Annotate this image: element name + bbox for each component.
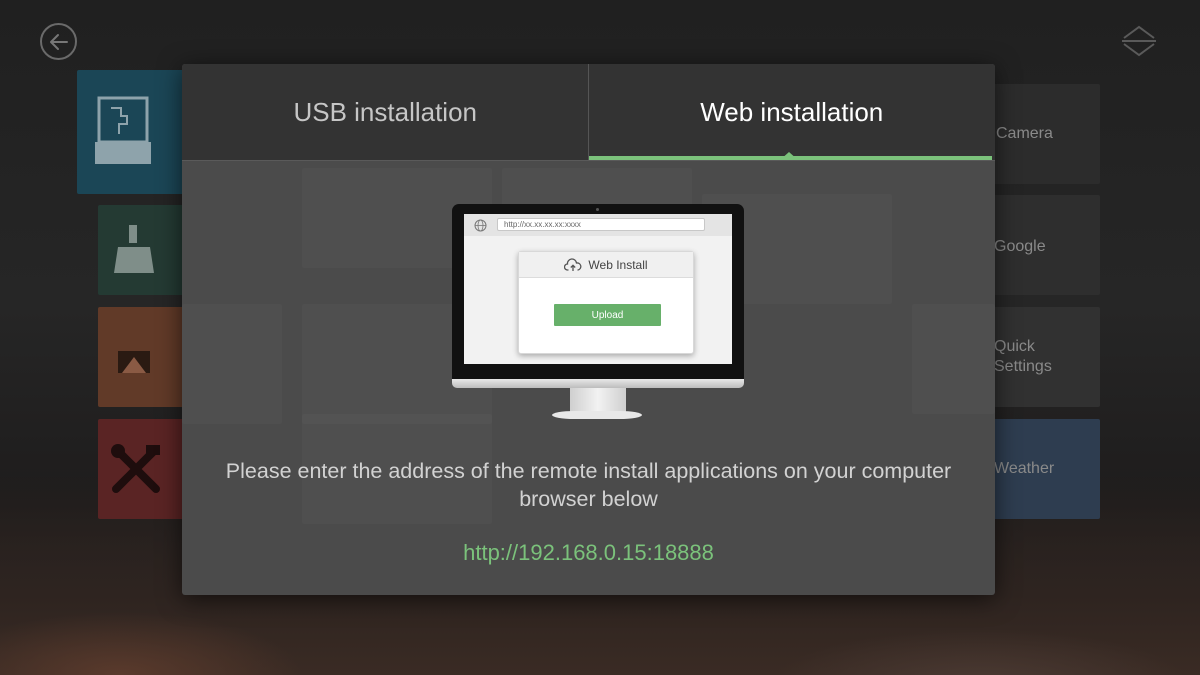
install-url[interactable]: http://192.168.0.15:18888	[182, 540, 995, 566]
ghost-panel	[912, 304, 995, 414]
tile-cleaner-app[interactable]	[98, 205, 188, 295]
tile-quick-settings-app[interactable]: Quick Settings	[990, 307, 1100, 407]
tile-settings-tools-app[interactable]	[98, 419, 188, 519]
monitor-screen: http://xx.xx.xx.xx:xxxx Web Install Uplo…	[464, 214, 732, 364]
tile-google-app[interactable]: Google	[990, 195, 1100, 295]
web-install-illustration: http://xx.xx.xx.xx:xxxx Web Install Uplo…	[452, 204, 744, 424]
tile-label-weather: Weather	[994, 460, 1055, 477]
tile-weather-app[interactable]: Weather	[990, 419, 1100, 519]
monitor-stand-base	[552, 411, 642, 419]
active-tab-notch	[780, 152, 798, 160]
globe-icon	[474, 219, 487, 232]
tab-usb-installation[interactable]: USB installation	[182, 64, 589, 161]
android-apps-icon	[118, 351, 150, 373]
browser-url-field: http://xx.xx.xx.xx:xxxx	[497, 218, 705, 231]
browser-address-bar: http://xx.xx.xx.xx:xxxx	[464, 214, 732, 236]
monitor-stand-neck	[570, 388, 626, 413]
tile-android-app[interactable]	[98, 307, 188, 407]
tab-web-installation[interactable]: Web installation	[589, 64, 996, 161]
monitor-chin	[452, 379, 744, 388]
illustration-upload-button: Upload	[554, 304, 661, 326]
tile-camera-app[interactable]: Camera	[990, 84, 1100, 184]
back-arrow-icon	[49, 33, 68, 50]
ghost-panel	[182, 304, 282, 424]
tab-baseline	[182, 160, 995, 161]
tile-usb-app[interactable]	[77, 70, 187, 194]
sort-icon[interactable]	[1120, 24, 1158, 58]
monitor-bezel: http://xx.xx.xx.xx:xxxx Web Install Uplo…	[452, 204, 744, 379]
cloud-upload-icon	[564, 257, 582, 271]
tools-icon	[111, 444, 160, 493]
web-install-panel-header: Web Install	[519, 252, 693, 278]
install-instructions: Please enter the address of the remote i…	[225, 459, 952, 511]
back-button[interactable]	[40, 23, 77, 60]
tile-label-camera: Camera	[996, 125, 1053, 142]
web-install-panel-title: Web Install	[588, 257, 648, 272]
cleaner-brush-icon	[114, 225, 154, 273]
tab-divider	[588, 64, 589, 161]
tile-label-google: Google	[994, 238, 1046, 255]
tile-label-quick-settings: Quick Settings	[994, 338, 1052, 375]
monitor-camera-dot	[596, 208, 599, 211]
web-install-panel: Web Install Upload	[518, 251, 694, 354]
usb-drive-icon	[95, 96, 151, 164]
install-dialog: USB installation Web installation http:/…	[182, 64, 995, 595]
